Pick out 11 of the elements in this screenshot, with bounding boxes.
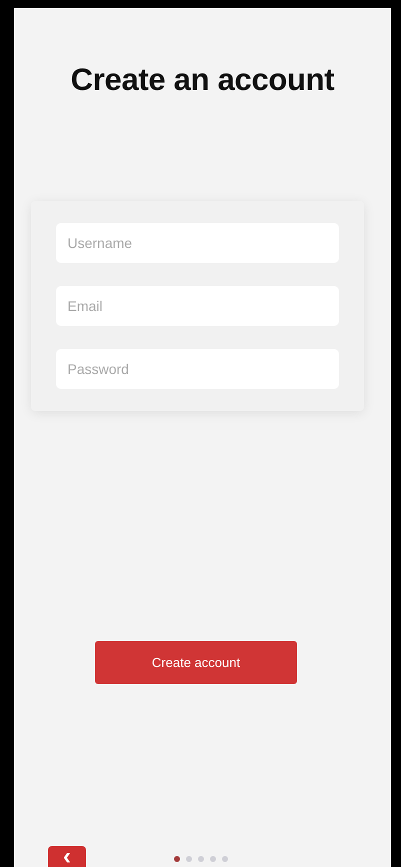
- page-dot[interactable]: [222, 856, 228, 862]
- page-dot[interactable]: [198, 856, 204, 862]
- page-title: Create an account: [70, 62, 334, 98]
- page-dot[interactable]: [186, 856, 192, 862]
- text-field[interactable]: Email: [56, 286, 338, 326]
- back-button[interactable]: ‹: [48, 846, 86, 867]
- create-account-button[interactable]: Create account: [95, 641, 297, 684]
- text-field[interactable]: Password: [56, 349, 338, 389]
- page-dot[interactable]: [210, 856, 216, 862]
- text-field[interactable]: Username: [56, 223, 338, 263]
- page-dot[interactable]: [174, 856, 180, 862]
